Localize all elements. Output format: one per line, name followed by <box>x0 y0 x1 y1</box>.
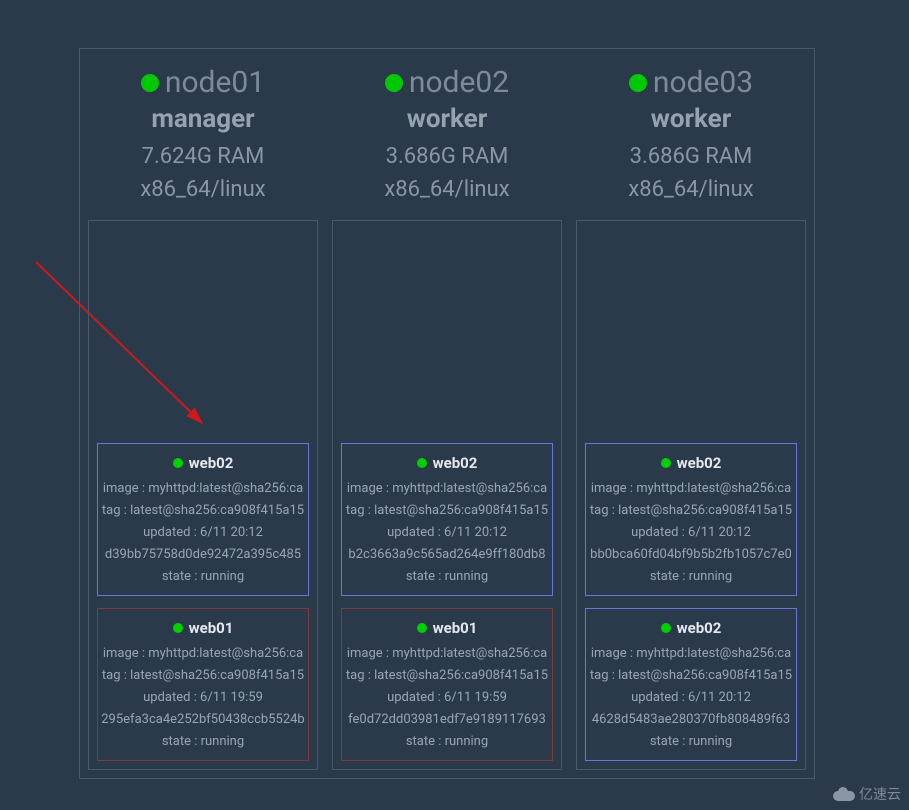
visualizer-panel: node01 manager 7.624G RAM x86_64/linux w… <box>79 48 815 779</box>
task-name: web02 <box>677 619 722 637</box>
node-arch: x86_64/linux <box>88 177 318 202</box>
task-name: web02 <box>189 454 234 472</box>
task-card[interactable]: web02 image : myhttpd:latest@sha256:ca t… <box>341 443 553 596</box>
task-card[interactable]: web02 image : myhttpd:latest@sha256:ca t… <box>585 608 797 761</box>
node-ram: 7.624G RAM <box>88 144 318 169</box>
task-card[interactable]: web02 image : myhttpd:latest@sha256:ca t… <box>585 443 797 596</box>
node-arch: x86_64/linux <box>332 177 562 202</box>
node-col-2: node03 worker 3.686G RAM x86_64/linux we… <box>576 65 806 770</box>
task-image: image : myhttpd:latest@sha256:ca <box>344 482 550 495</box>
node-ram: 3.686G RAM <box>576 144 806 169</box>
task-tag: tag : latest@sha256:ca908f415a15 <box>588 504 794 517</box>
task-status-dot-icon <box>661 458 671 468</box>
task-card[interactable]: web01 image : myhttpd:latest@sha256:ca t… <box>341 608 553 761</box>
task-tag: tag : latest@sha256:ca908f415a15 <box>100 504 306 517</box>
task-updated: updated : 6/11 20:12 <box>588 526 794 539</box>
status-dot-icon <box>141 74 159 92</box>
task-name: web02 <box>677 454 722 472</box>
node-arch: x86_64/linux <box>576 177 806 202</box>
task-tag: tag : latest@sha256:ca908f415a15 <box>100 669 306 682</box>
task-status-dot-icon <box>661 623 671 633</box>
task-id: 4628d5483ae280370fb808489f63 <box>588 713 794 726</box>
node-header: node02 worker 3.686G RAM x86_64/linux <box>332 65 562 202</box>
task-updated: updated : 6/11 19:59 <box>344 691 550 704</box>
task-updated: updated : 6/11 20:12 <box>100 526 306 539</box>
task-id: d39bb75758d0de92472a395c485 <box>100 548 306 561</box>
task-id: 295efa3ca4e252bf50438ccb5524b <box>100 713 306 726</box>
watermark-text: 亿速云 <box>859 784 901 804</box>
task-state: state : running <box>344 570 550 583</box>
tasks-area: web02 image : myhttpd:latest@sha256:ca t… <box>332 220 562 770</box>
task-name: web01 <box>433 619 478 637</box>
task-tag: tag : latest@sha256:ca908f415a15 <box>344 669 550 682</box>
task-state: state : running <box>100 735 306 748</box>
task-state: state : running <box>588 735 794 748</box>
node-header: node03 worker 3.686G RAM x86_64/linux <box>576 65 806 202</box>
node-col-0: node01 manager 7.624G RAM x86_64/linux w… <box>88 65 318 770</box>
task-status-dot-icon <box>417 458 427 468</box>
task-id: b2c3663a9c565ad264e9ff180db8 <box>344 548 550 561</box>
node-name: node02 <box>409 65 509 100</box>
nodes-row: node01 manager 7.624G RAM x86_64/linux w… <box>88 65 806 770</box>
task-updated: updated : 6/11 20:12 <box>344 526 550 539</box>
node-ram: 3.686G RAM <box>332 144 562 169</box>
task-status-dot-icon <box>173 623 183 633</box>
task-name: web01 <box>189 619 234 637</box>
node-role: manager <box>88 104 318 134</box>
task-image: image : myhttpd:latest@sha256:ca <box>344 647 550 660</box>
task-id: fe0d72dd03981edf7e9189117693 <box>344 713 550 726</box>
task-tag: tag : latest@sha256:ca908f415a15 <box>588 669 794 682</box>
task-card[interactable]: web02 image : myhttpd:latest@sha256:ca t… <box>97 443 309 596</box>
task-state: state : running <box>344 735 550 748</box>
task-image: image : myhttpd:latest@sha256:ca <box>588 482 794 495</box>
tasks-area: web02 image : myhttpd:latest@sha256:ca t… <box>88 220 318 770</box>
node-name: node01 <box>165 65 265 100</box>
node-role: worker <box>332 104 562 134</box>
node-role: worker <box>576 104 806 134</box>
task-state: state : running <box>588 570 794 583</box>
task-id: bb0bca60fd04bf9b5b2fb1057c7e0 <box>588 548 794 561</box>
task-state: state : running <box>100 570 306 583</box>
node-col-1: node02 worker 3.686G RAM x86_64/linux we… <box>332 65 562 770</box>
status-dot-icon <box>385 74 403 92</box>
status-dot-icon <box>629 74 647 92</box>
node-name: node03 <box>653 65 753 100</box>
cloud-icon <box>833 787 855 801</box>
task-updated: updated : 6/11 20:12 <box>588 691 794 704</box>
task-status-dot-icon <box>173 458 183 468</box>
task-image: image : myhttpd:latest@sha256:ca <box>588 647 794 660</box>
task-updated: updated : 6/11 19:59 <box>100 691 306 704</box>
task-card[interactable]: web01 image : myhttpd:latest@sha256:ca t… <box>97 608 309 761</box>
task-tag: tag : latest@sha256:ca908f415a15 <box>344 504 550 517</box>
node-header: node01 manager 7.624G RAM x86_64/linux <box>88 65 318 202</box>
task-image: image : myhttpd:latest@sha256:ca <box>100 647 306 660</box>
tasks-area: web02 image : myhttpd:latest@sha256:ca t… <box>576 220 806 770</box>
task-name: web02 <box>433 454 478 472</box>
task-status-dot-icon <box>417 623 427 633</box>
watermark: 亿速云 <box>833 784 901 804</box>
task-image: image : myhttpd:latest@sha256:ca <box>100 482 306 495</box>
